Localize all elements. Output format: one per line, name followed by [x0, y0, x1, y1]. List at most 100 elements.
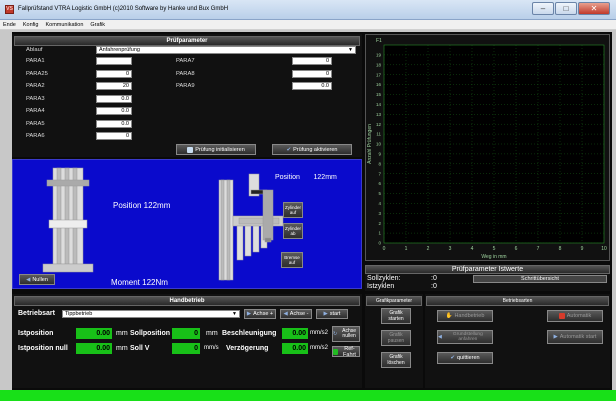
param-input[interactable]: 0.0 — [96, 107, 132, 115]
activate-button[interactable]: ✔ Prüfung aktivieren — [272, 144, 352, 155]
x-tick-label: 10 — [601, 246, 607, 252]
x-tick-label: 3 — [449, 246, 452, 252]
menu-konfig[interactable]: Konfig — [23, 22, 39, 28]
activate-button-label: Prüfung aktivieren — [293, 146, 338, 153]
betriebsarten-panel: Betriebsarten ✋ Handbetrieb Automatik ◀ Gr… — [425, 294, 610, 388]
ref-fahrt-label: Ref-Fahrt — [343, 345, 356, 358]
menu-kommunikation[interactable]: Kommunikation — [45, 22, 83, 28]
chart-svg: 0 1 2 3 4 5 6 7 8 9 100123456789101112131415161718… — [367, 38, 607, 260]
ref-fahrt-button[interactable]: Ref-Fahrt — [332, 345, 360, 358]
betriebsarten-header: Betriebsarten — [426, 296, 609, 306]
betriebsart-select[interactable]: Tippbetrieb ▼ — [62, 310, 240, 318]
achse-nullen-button[interactable]: ↻ Achse nullen — [332, 326, 360, 342]
zylinder-auf-button[interactable]: Zylinder auf — [283, 202, 303, 218]
istzyklen-value: :0 — [431, 283, 437, 290]
play-icon: ▶ — [553, 334, 558, 340]
param-input[interactable]: 0 — [292, 69, 332, 78]
bremse-auf-button[interactable]: Bremse auf — [281, 252, 303, 268]
grundstellung-label: Grundstellung anfahren — [452, 332, 483, 342]
sollposition-unit: mm — [206, 330, 218, 337]
beschleunigung-input[interactable]: 0.00 — [282, 328, 308, 339]
y-tick-label: 6 — [378, 181, 381, 186]
y-tick-label: 19 — [376, 53, 382, 58]
y-top-label: F1 — [376, 38, 382, 44]
istwerte-panel: Prüfparameter Istwerte Sollzyklen: :0 Is… — [365, 265, 610, 291]
param-input[interactable] — [96, 57, 132, 65]
handbetrieb-header: Handbetrieb — [14, 296, 360, 306]
y-tick-label: 14 — [376, 102, 382, 107]
grafikparameter-header: Grafikparameter — [366, 296, 422, 306]
start-label: start — [329, 311, 341, 317]
grafik-pausen-button[interactable]: Grafik pausen — [381, 330, 411, 346]
ablauf-label: Ablauf — [26, 47, 43, 53]
grundstellung-button[interactable]: ◀ Grundstellung anfahren — [437, 330, 493, 344]
achse-minus-button[interactable]: ◀ Achse - — [280, 309, 312, 319]
achse-nullen-label: Achse nullen — [342, 328, 357, 339]
arrow-right-icon: ▶ — [246, 311, 252, 317]
minimize-button[interactable]: – — [532, 2, 554, 15]
param-label: PARA4 — [26, 108, 45, 114]
arrow-left-icon: ◀ — [438, 334, 442, 340]
achse-minus-label: Achse - — [289, 311, 309, 317]
param-input[interactable]: 0.0 — [292, 82, 332, 90]
maximize-button[interactable]: □ — [555, 2, 577, 15]
y-tick-label: 12 — [376, 122, 382, 127]
arrow-left-icon: ◀ — [26, 276, 31, 283]
init-button[interactable]: Prüfung initialisieren — [176, 144, 256, 155]
window-title: Fallprüfstand VTRA Logistic GmbH (c)2010… — [18, 6, 229, 12]
automatik-start-button[interactable]: ▶ Automatik start — [547, 330, 603, 344]
y-tick-label: 13 — [376, 112, 382, 117]
istwerte-header: Prüfparameter Istwerte — [365, 265, 610, 274]
x-axis-label: Weg in mm — [481, 254, 506, 260]
param-label: PARA25 — [26, 70, 48, 77]
play-icon: ▶ — [323, 311, 328, 317]
handbetrieb-button[interactable]: ✋ Handbetrieb — [437, 310, 493, 322]
param-input[interactable]: 0.0 — [96, 94, 132, 103]
grafik-starten-button[interactable]: Grafik starten — [381, 308, 411, 324]
param-input[interactable]: 0 — [292, 57, 332, 65]
start-button[interactable]: ▶ start — [316, 309, 348, 319]
hand-icon: ✋ — [445, 313, 453, 319]
quittieren-button[interactable]: ✔ quittieren — [437, 352, 493, 364]
istposition-null-unit: mm — [116, 345, 128, 352]
handbetrieb-label: Handbetrieb — [454, 313, 485, 319]
nullen-button[interactable]: ◀ Nullen — [19, 274, 55, 285]
grafik-loeschen-button[interactable]: Grafik löschen — [381, 352, 411, 368]
grafikparameter-panel: Grafikparameter Grafik starten Grafik pa… — [365, 294, 423, 388]
chevron-down-icon: ▼ — [348, 47, 353, 53]
moment-readout: Moment 122Nm — [111, 278, 168, 287]
x-tick-label: 6 — [515, 246, 518, 252]
param-input[interactable]: 20 — [96, 82, 132, 90]
plus-icon — [333, 348, 338, 355]
menu-ende[interactable]: Ende — [3, 22, 16, 28]
achse-plus-button[interactable]: ▶ Achse + — [244, 309, 276, 319]
y-tick-label: 7 — [378, 171, 381, 176]
schrittuebersicht-button[interactable]: Schrittübersicht — [473, 275, 607, 283]
verzoegerung-input[interactable]: 0.00 — [282, 343, 308, 354]
sollposition-input[interactable]: 0 — [172, 328, 200, 339]
ablauf-select[interactable]: Anfahrenprüfung ▼ — [96, 46, 356, 54]
soll-v-input[interactable]: 0 — [172, 343, 200, 354]
beschleunigung-unit: mm/s2 — [310, 330, 328, 336]
param-input[interactable]: 0 — [96, 132, 132, 140]
menu-grafik[interactable]: Grafik — [90, 22, 105, 28]
y-axis-label: Anzahl Prüfungen — [367, 124, 373, 164]
verzoegerung-unit: mm/s2 — [310, 345, 328, 351]
param-input[interactable]: 0.0 — [96, 119, 132, 128]
machine-view: Position 122mm Position 122mm Moment 122… — [12, 159, 362, 289]
automatik-start-label: Automatik start — [559, 334, 597, 340]
soll-v-label: Soll V — [130, 345, 150, 352]
param-label: PARA6 — [26, 133, 45, 139]
x-tick-label: 9 — [581, 246, 584, 252]
y-tick-label: 8 — [378, 161, 381, 166]
x-tick-label: 0 — [383, 246, 386, 252]
chart-panel: 0 1 2 3 4 5 6 7 8 9 10 0 1 2 3 4 5 6 7 8 9 10 11 12 13 14 15 16 17 18… — [365, 34, 610, 261]
zylinder-ab-button[interactable]: Zylinder ab — [283, 223, 303, 239]
param-label: PARA7 — [176, 58, 195, 64]
param-input[interactable]: 0 — [96, 69, 132, 78]
param-label: PARA2 — [26, 83, 45, 89]
automatik-button[interactable]: Automatik — [547, 310, 603, 322]
y-tick-label: 3 — [378, 211, 381, 216]
close-button[interactable]: ✕ — [578, 2, 610, 15]
param-label: PARA3 — [26, 95, 45, 102]
